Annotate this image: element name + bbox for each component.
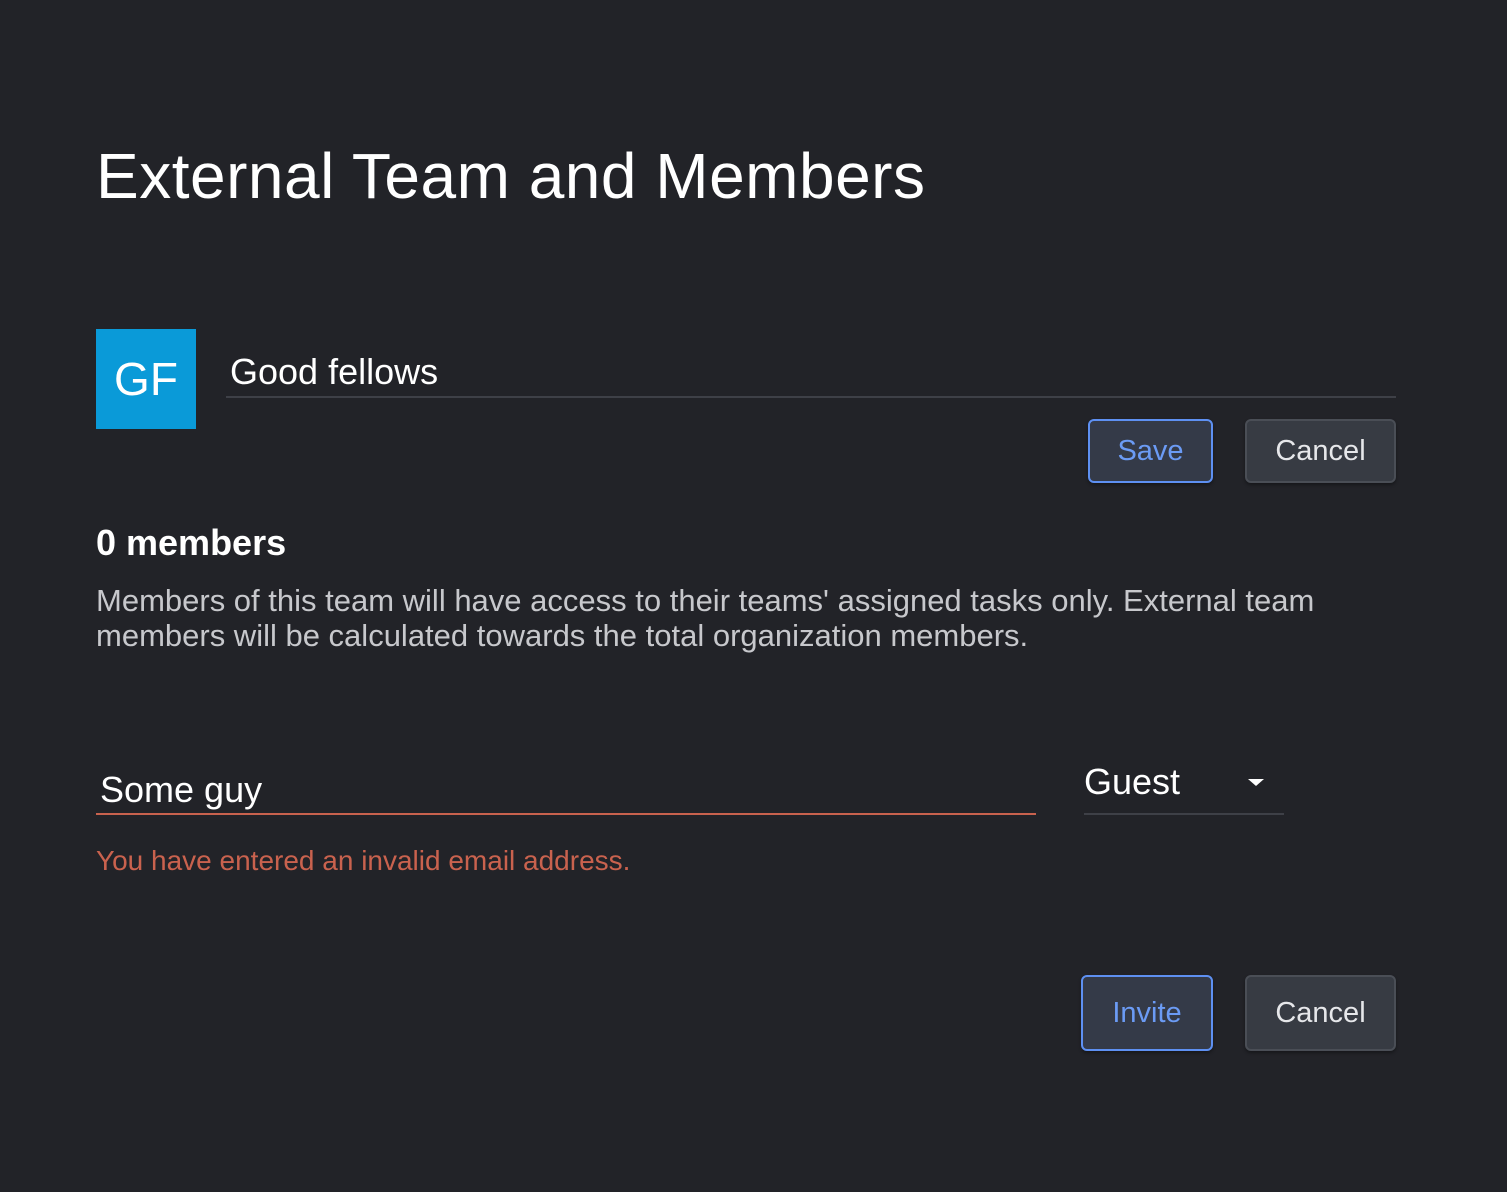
invite-button[interactable]: Invite — [1081, 975, 1213, 1051]
page-title: External Team and Members — [96, 140, 926, 212]
save-button[interactable]: Save — [1088, 419, 1213, 483]
members-description: Members of this team will have access to… — [96, 583, 1315, 653]
team-name-input[interactable] — [230, 347, 1380, 397]
cancel-invite-button[interactable]: Cancel — [1245, 975, 1396, 1051]
email-error-message: You have entered an invalid email addres… — [96, 845, 631, 876]
invite-email-input[interactable] — [100, 767, 1020, 813]
role-select[interactable]: Guest — [1084, 757, 1284, 815]
caret-down-icon — [1248, 779, 1264, 786]
invite-email-field — [96, 765, 1036, 815]
team-avatar-initials: GF — [114, 353, 178, 405]
members-count: 0 members — [96, 522, 287, 563]
role-select-value: Guest — [1084, 761, 1181, 802]
team-avatar: GF — [96, 329, 196, 429]
team-name-field — [226, 345, 1396, 398]
cancel-team-button[interactable]: Cancel — [1245, 419, 1396, 483]
